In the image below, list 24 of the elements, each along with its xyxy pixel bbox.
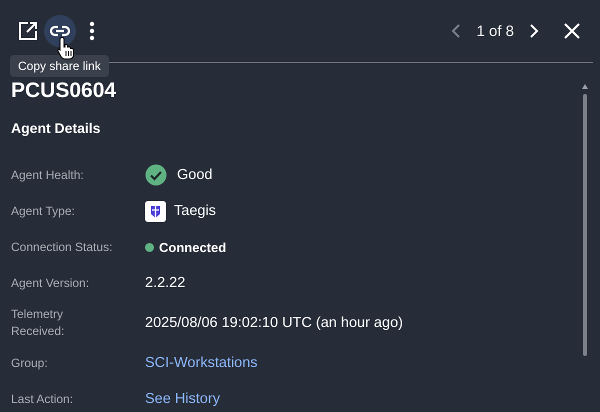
field-link[interactable]: See History bbox=[145, 391, 220, 407]
field-link[interactable]: SCI-Workstations bbox=[145, 355, 258, 371]
field-value: 2.2.22 bbox=[145, 275, 186, 291]
field-label: Agent Type: bbox=[11, 202, 76, 220]
section-heading: Agent Details bbox=[11, 119, 102, 138]
tooltip: Copy share link bbox=[10, 55, 109, 77]
page-counter: 1 of 8 bbox=[476, 22, 514, 40]
agent-title: PCUS0604 bbox=[11, 78, 118, 104]
field-value: Connected bbox=[159, 240, 226, 254]
field-label: Group: bbox=[11, 354, 49, 372]
scrollbar[interactable] bbox=[582, 84, 588, 356]
field-value: 2025/08/06 19:02:10 UTC (an hour ago) bbox=[145, 315, 403, 331]
check-circle-icon bbox=[145, 164, 167, 186]
field-value: Taegis bbox=[174, 203, 216, 219]
field-label: Last Action: bbox=[11, 390, 74, 408]
shield-logo-icon bbox=[145, 200, 166, 222]
field-label: Agent Version: bbox=[11, 274, 90, 292]
field-value: Good bbox=[177, 167, 212, 183]
field-label: Telemetry Received: bbox=[11, 306, 66, 340]
field-label: Agent Health: bbox=[11, 166, 85, 184]
link-button[interactable] bbox=[44, 15, 76, 47]
hand-cursor-icon bbox=[57, 36, 77, 60]
link-icon bbox=[49, 25, 71, 37]
field-label: Connection Status: bbox=[11, 238, 114, 256]
